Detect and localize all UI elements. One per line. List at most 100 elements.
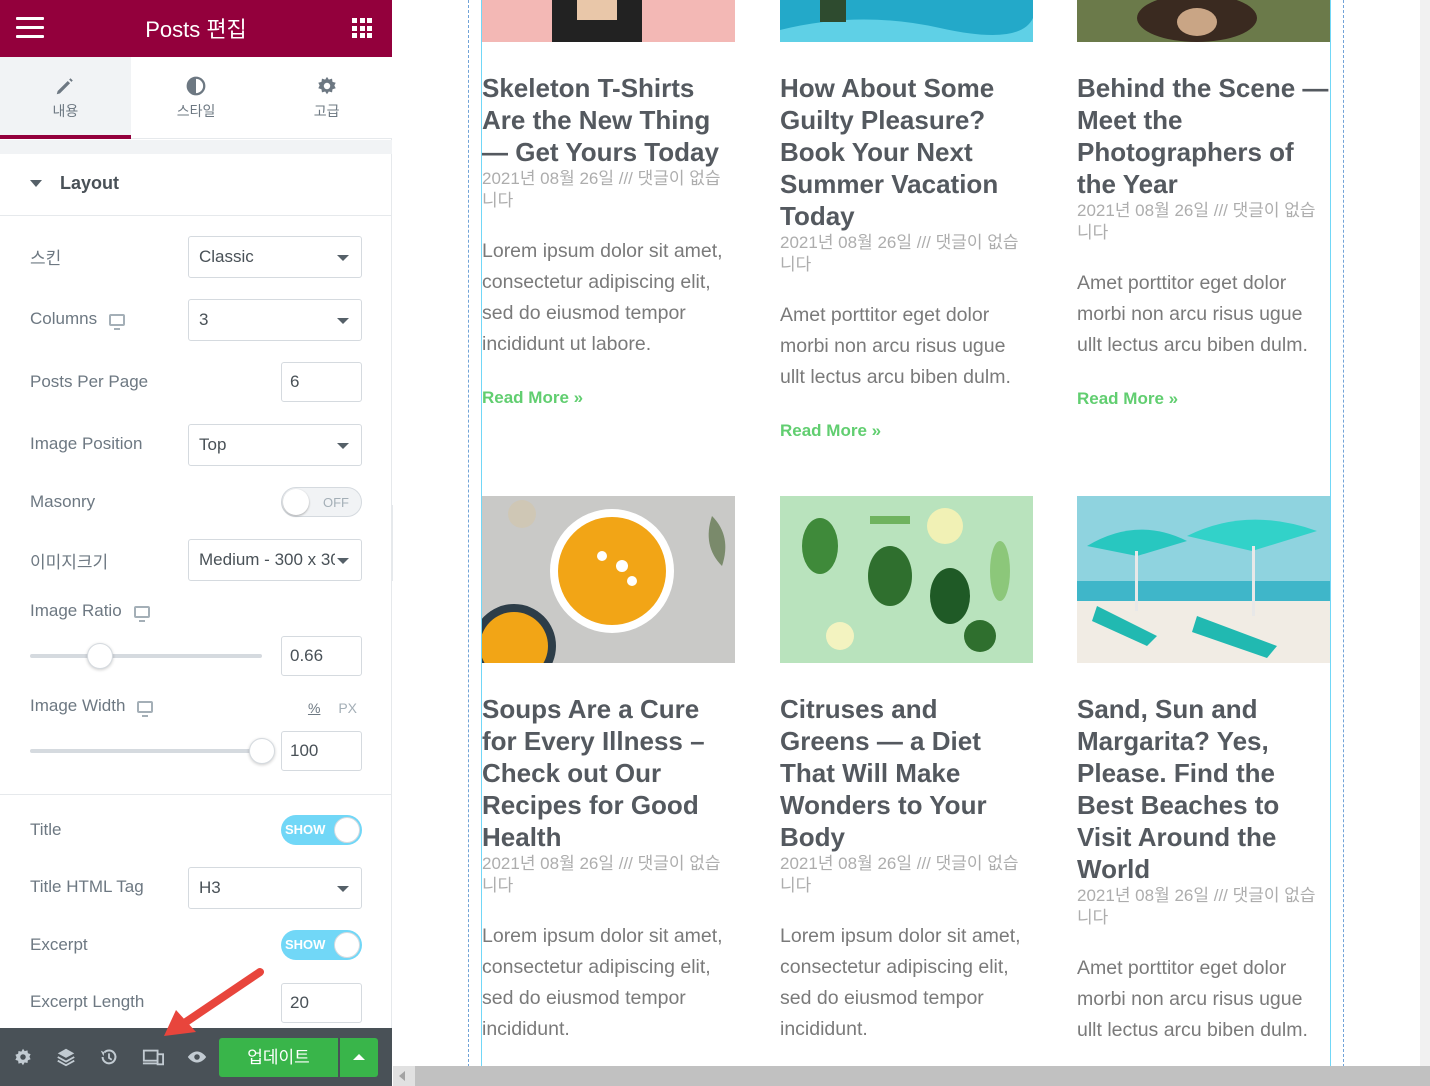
preview-canvas: Skeleton T-Shirts Are the New Thing — Ge… <box>393 0 1430 1086</box>
read-more-link[interactable]: Read More » <box>1077 389 1178 409</box>
read-more-link[interactable]: Read More » <box>780 421 881 441</box>
post-thumbnail-greens[interactable] <box>780 496 1033 663</box>
pencil-icon <box>57 78 74 95</box>
preview-eye-icon[interactable] <box>186 1046 208 1068</box>
image-width-input[interactable]: 100 <box>281 731 362 771</box>
contrast-icon <box>186 76 206 96</box>
posts-per-page-input[interactable]: 6 <box>281 362 362 402</box>
image-position-label: Image Position <box>30 434 143 453</box>
post-card: Citruses and Greens — a Diet That Will M… <box>780 496 1033 1045</box>
tab-content[interactable]: 내용 <box>0 57 131 139</box>
toggle-knob <box>283 489 309 515</box>
post-excerpt: Lorem ipsum dolor sit amet, consectetur … <box>482 240 723 355</box>
excerpt-label: Excerpt <box>30 935 88 954</box>
post-title[interactable]: Soups Are a Cure for Every Illness – Che… <box>482 693 735 853</box>
widgets-grid-icon[interactable] <box>352 18 372 38</box>
section-layout-title: Layout <box>60 173 120 193</box>
post-image-partial[interactable] <box>1077 0 1330 42</box>
panel-tabs: 내용 스타일 고급 <box>0 57 392 139</box>
columns-label-text: Columns <box>30 309 98 328</box>
post-thumbnail-soup[interactable] <box>482 496 735 663</box>
excerpt-toggle[interactable]: SHOW <box>281 930 362 960</box>
post-excerpt: Lorem ipsum dolor sit amet, consectetur … <box>482 925 723 1040</box>
excerpt-toggle-state: SHOW <box>285 937 326 952</box>
desktop-icon[interactable] <box>133 605 150 622</box>
update-options-button[interactable] <box>340 1038 378 1077</box>
post-title[interactable]: Citruses and Greens — a Diet That Will M… <box>780 693 1033 853</box>
image-ratio-slider[interactable] <box>30 643 262 669</box>
post-title[interactable]: Skeleton T-Shirts Are the New Thing — Ge… <box>482 72 735 168</box>
image-size-select[interactable]: Medium - 300 x 300 <box>188 539 362 581</box>
post-title[interactable]: How About Some Guilty Pleasure? Book You… <box>780 72 1033 232</box>
unit-px[interactable]: PX <box>338 700 357 716</box>
tab-style[interactable]: 스타일 <box>131 57 262 138</box>
post-meta: 2021년 08월 26일 /// 댓글이 없습니다 <box>482 169 721 210</box>
history-icon[interactable] <box>98 1046 120 1068</box>
caret-down-icon <box>30 180 42 187</box>
image-position-value: Top <box>199 435 227 454</box>
section-layout-toggle[interactable]: Layout <box>0 154 392 216</box>
desktop-icon[interactable] <box>137 700 154 717</box>
skin-select-value: Classic <box>199 247 254 266</box>
toggle-knob <box>334 817 360 843</box>
post-image-partial[interactable] <box>780 0 1033 42</box>
responsive-icon[interactable] <box>142 1046 164 1068</box>
masonry-toggle[interactable]: OFF <box>281 487 362 517</box>
image-width-slider-handle[interactable] <box>249 738 275 764</box>
post-excerpt: Amet porttitor eget dolor morbi non arcu… <box>1077 272 1308 356</box>
post-card: Skeleton T-Shirts Are the New Thing — Ge… <box>482 42 735 408</box>
divider <box>0 794 392 795</box>
post-meta: 2021년 08월 26일 /// 댓글이 없습니다 <box>780 233 1019 274</box>
post-excerpt: Lorem ipsum dolor sit amet, consectetur … <box>780 925 1021 1040</box>
post-card: How About Some Guilty Pleasure? Book You… <box>780 42 1033 441</box>
masonry-label: Masonry <box>30 492 96 511</box>
image-size-value: Medium - 300 x 300 <box>199 550 335 569</box>
image-ratio-slider-handle[interactable] <box>86 643 113 669</box>
scrollbar-thumb[interactable] <box>415 1066 1430 1086</box>
panel-header: Posts 편집 <box>0 0 392 57</box>
layers-icon[interactable] <box>55 1046 77 1068</box>
post-title[interactable]: Behind the Scene — Meet the Photographer… <box>1077 72 1330 200</box>
image-width-slider[interactable] <box>30 738 275 764</box>
post-meta: 2021년 08월 26일 /// 댓글이 없습니다 <box>1077 201 1316 242</box>
tab-style-label: 스타일 <box>176 103 216 119</box>
columns-label: Columns <box>30 309 126 330</box>
image-ratio-input[interactable]: 0.66 <box>281 636 362 676</box>
update-button[interactable]: 업데이트 <box>219 1038 338 1077</box>
horizontal-scrollbar[interactable] <box>393 1066 1430 1086</box>
image-ratio-label: Image Ratio <box>30 601 150 622</box>
post-meta: 2021년 08월 26일 /// 댓글이 없습니다 <box>780 854 1019 895</box>
tab-content-label: 내용 <box>52 103 79 119</box>
title-toggle-state: SHOW <box>285 822 326 837</box>
settings-icon[interactable] <box>12 1046 34 1068</box>
editor-panel: Posts 편집 내용 스타일 고급 Layout 스킨 Classic Col… <box>0 0 392 1086</box>
unit-percent[interactable]: % <box>308 700 320 716</box>
post-excerpt: Amet porttitor eget dolor morbi non arcu… <box>1077 957 1308 1041</box>
post-card: Behind the Scene — Meet the Photographer… <box>1077 42 1330 409</box>
panel-gap <box>0 140 392 154</box>
image-width-label-text: Image Width <box>30 696 126 715</box>
title-label: Title <box>30 820 62 839</box>
scroll-left-arrow-icon[interactable] <box>399 1071 405 1081</box>
gear-icon <box>317 76 336 95</box>
panel-title: Posts 편집 <box>145 17 247 42</box>
tab-advanced-label: 고급 <box>313 103 340 119</box>
skin-select[interactable]: Classic <box>188 236 362 278</box>
image-size-label: 이미지크기 <box>30 553 109 572</box>
title-html-tag-value: H3 <box>199 878 221 897</box>
excerpt-length-label: Excerpt Length <box>30 992 145 1011</box>
title-html-tag-select[interactable]: H3 <box>188 867 362 909</box>
title-toggle[interactable]: SHOW <box>281 815 362 845</box>
read-more-link[interactable]: Read More » <box>482 388 583 408</box>
post-card: Sand, Sun and Margarita? Yes, Please. Fi… <box>1077 496 1330 1046</box>
masonry-toggle-state: OFF <box>323 495 349 510</box>
tab-advanced[interactable]: 고급 <box>261 57 392 138</box>
post-title[interactable]: Sand, Sun and Margarita? Yes, Please. Fi… <box>1077 693 1330 885</box>
post-thumbnail-beach[interactable] <box>1077 496 1330 663</box>
image-position-select[interactable]: Top <box>188 424 362 466</box>
columns-select[interactable]: 3 <box>188 299 362 341</box>
post-image-partial[interactable] <box>482 0 735 42</box>
excerpt-length-input[interactable]: 20 <box>281 983 362 1023</box>
post-excerpt: Amet porttitor eget dolor morbi non arcu… <box>780 304 1011 388</box>
desktop-icon[interactable] <box>109 313 126 330</box>
